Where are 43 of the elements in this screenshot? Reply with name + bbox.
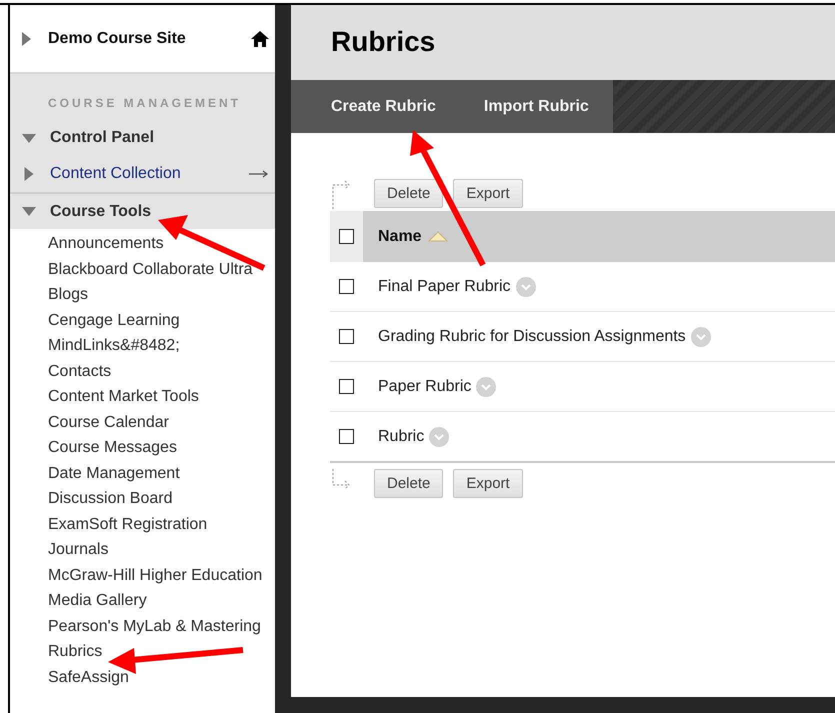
row-checkbox[interactable] bbox=[339, 329, 354, 344]
home-icon[interactable] bbox=[251, 30, 269, 46]
tool-link[interactable]: SafeAssign bbox=[48, 664, 273, 690]
collapse-arrow-icon[interactable] bbox=[22, 207, 36, 216]
tool-link[interactable]: Course Messages bbox=[48, 435, 273, 460]
select-all-checkbox[interactable] bbox=[339, 229, 354, 244]
tool-link[interactable]: Media Gallery bbox=[48, 588, 273, 614]
tool-link[interactable]: Blackboard Collaborate Ultra bbox=[48, 256, 273, 282]
tool-link[interactable]: Pearson's MyLab & Mastering bbox=[48, 614, 273, 639]
tool-link[interactable]: Contacts bbox=[48, 358, 273, 384]
rubric-name[interactable]: Final Paper Rubric bbox=[378, 278, 510, 296]
section-heading: COURSE MANAGEMENT bbox=[10, 72, 275, 120]
action-link[interactable]: Import Rubric bbox=[484, 98, 589, 116]
tool-link[interactable]: Blogs bbox=[48, 282, 273, 308]
expand-arrow-icon[interactable] bbox=[22, 167, 36, 181]
right-arrow-icon[interactable] bbox=[249, 170, 269, 178]
table-action-button[interactable]: Export bbox=[453, 469, 523, 498]
tool-link[interactable]: Cengage Learning MindLinks&#8482; bbox=[48, 308, 273, 358]
tool-link[interactable]: Date Management bbox=[48, 460, 273, 486]
row-checkbox[interactable] bbox=[339, 429, 354, 444]
tool-link[interactable]: Journals bbox=[48, 537, 273, 562]
tool-link[interactable]: Content Market Tools bbox=[48, 384, 273, 410]
column-header[interactable]: Name bbox=[363, 211, 448, 262]
rubric-name[interactable]: Grading Rubric for Discussion Assignments bbox=[378, 328, 686, 346]
row-checkbox[interactable] bbox=[339, 279, 354, 294]
table-action-button[interactable]: Export bbox=[453, 179, 523, 208]
table-action-button[interactable]: Delete bbox=[374, 469, 444, 498]
page-title: Rubrics bbox=[331, 26, 436, 58]
rubric-name[interactable]: Paper Rubric bbox=[378, 378, 472, 396]
tool-link[interactable]: ExamSoft Registration bbox=[48, 512, 273, 537]
rubric-name[interactable]: Rubric bbox=[378, 428, 424, 446]
tool-link[interactable]: Rubrics bbox=[48, 639, 273, 664]
tool-link[interactable]: Discussion Board bbox=[48, 486, 273, 512]
action-link[interactable]: Create Rubric bbox=[331, 98, 436, 116]
row-checkbox[interactable] bbox=[339, 379, 354, 394]
tool-link[interactable]: McGraw-Hill Higher Education bbox=[48, 562, 273, 588]
collapse-arrow-icon[interactable] bbox=[22, 134, 36, 142]
tool-link[interactable]: Course Calendar bbox=[48, 410, 273, 435]
course-title[interactable]: Demo Course Site bbox=[48, 30, 234, 48]
tool-link[interactable]: Announcements bbox=[48, 231, 273, 256]
connector-arrow-icon bbox=[330, 179, 352, 209]
expand-arrow-icon[interactable] bbox=[22, 32, 31, 46]
table-action-button[interactable]: Delete bbox=[374, 179, 444, 208]
